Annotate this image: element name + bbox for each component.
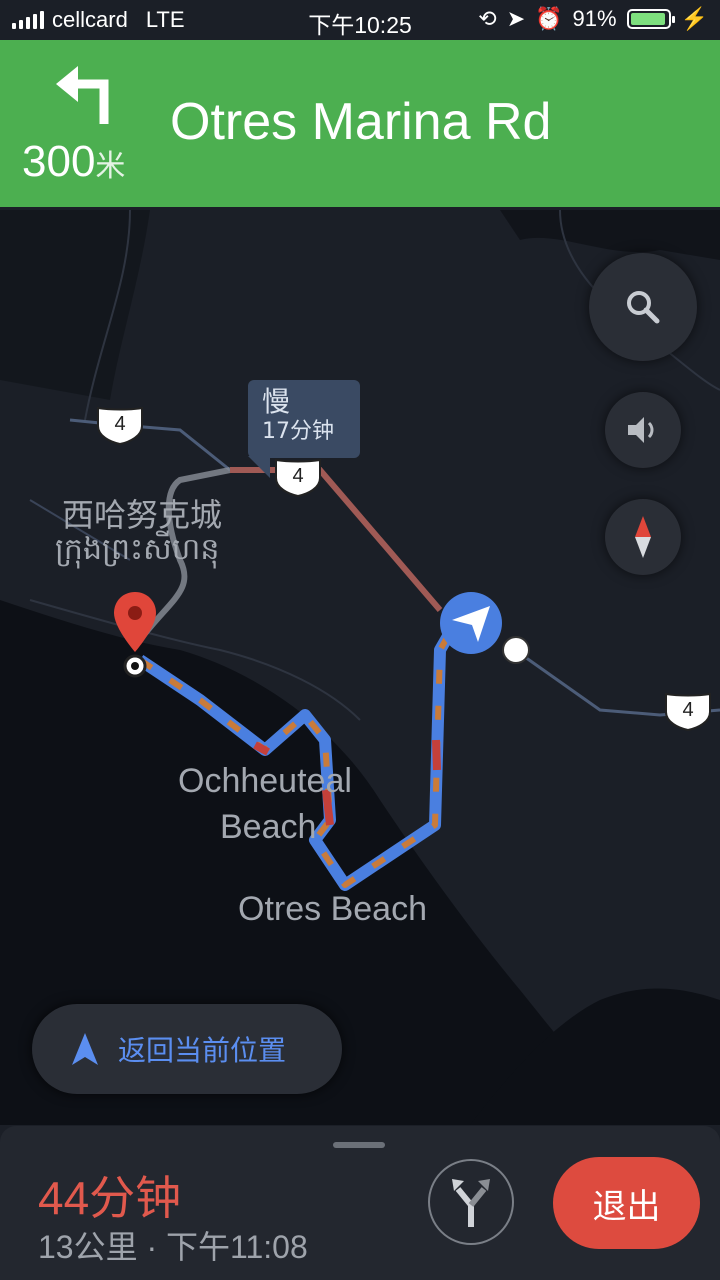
trip-panel[interactable]: 44分钟 13公里 · 下午11:08 退出 — [0, 1126, 720, 1280]
road-shield: 4 — [95, 404, 145, 446]
volume-icon — [628, 417, 654, 443]
callout-status: 慢 — [262, 385, 291, 418]
road-shield-number: 4 — [292, 465, 304, 487]
place-label-beach: Beach — [220, 808, 317, 846]
recenter-label: 返回当前位置 — [118, 1034, 287, 1067]
road-shield: 4 — [663, 690, 713, 732]
city-label-km: ក្រុងព្រះសីហនុ — [55, 533, 220, 566]
eta-duration: 44分钟 — [38, 1172, 182, 1224]
search-icon — [627, 291, 660, 324]
status-bar: cellcard LTE 下午10:25 ⟲ ➤ ⏰ 91% ⚡ — [0, 0, 720, 40]
compass-button[interactable] — [605, 499, 681, 575]
road-shield-number: 4 — [114, 413, 126, 435]
place-label-ochheuteal: Ochheuteal — [178, 762, 352, 800]
distance-value: 300 — [22, 137, 96, 186]
drag-handle[interactable] — [333, 1142, 385, 1148]
place-label-otres-beach: Otres Beach — [238, 890, 427, 928]
trip-summary: 13公里 · 下午11:08 — [38, 1229, 308, 1265]
turn-distance: 300米 — [22, 137, 125, 187]
distance-unit: 米 — [95, 150, 126, 183]
sound-button[interactable] — [605, 392, 681, 468]
battery-icon — [626, 9, 675, 29]
road-shield: 4 — [273, 456, 323, 498]
charging-icon: ⚡ — [680, 6, 708, 31]
turn-left-icon — [56, 66, 109, 124]
alternate-routes-button[interactable] — [428, 1159, 514, 1245]
navigation-header[interactable]: 300米 Otres Marina Rd — [0, 40, 720, 207]
compass-icon — [635, 516, 651, 558]
alarm-icon: ⏰ — [535, 6, 563, 31]
street-name: Otres Marina Rd — [170, 93, 552, 151]
callout-time: 17分钟 — [262, 419, 334, 444]
location-arrow-icon: ➤ — [506, 6, 526, 31]
route-time-callout[interactable]: 慢 17分钟 — [248, 380, 360, 458]
rotation-lock-icon: ⟲ — [478, 6, 497, 31]
navigation-arrow-icon — [72, 1033, 98, 1065]
road-shield-number: 4 — [682, 699, 694, 721]
exit-button[interactable]: 退出 — [553, 1157, 700, 1249]
battery-percent: 91% — [572, 6, 617, 31]
search-button[interactable] — [589, 253, 697, 361]
route-fork-icon — [452, 1179, 490, 1227]
destination-pin-icon — [114, 592, 156, 652]
recenter-button[interactable]: 返回当前位置 — [32, 1004, 342, 1094]
current-location-icon — [440, 592, 502, 654]
